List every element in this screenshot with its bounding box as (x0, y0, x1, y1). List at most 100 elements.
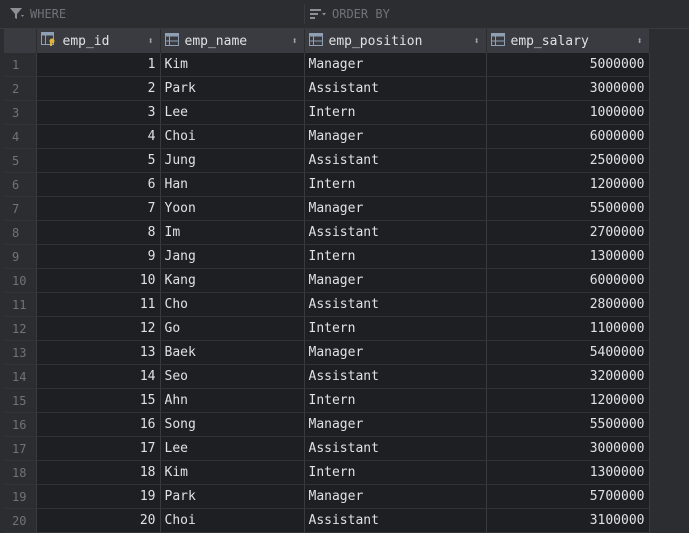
cell-emp-position[interactable]: Intern (304, 172, 487, 197)
cell-emp-salary[interactable]: 1300000 (486, 244, 650, 269)
cell-emp-name[interactable]: Seo (160, 364, 305, 389)
table-row[interactable]: 16 16 Song Manager 5500000 (4, 412, 650, 437)
cell-emp-position[interactable]: Assistant (304, 436, 487, 461)
cell-emp-position[interactable]: Manager (304, 412, 487, 437)
cell-emp-id[interactable]: 3 (36, 100, 161, 125)
cell-emp-salary[interactable]: 2700000 (486, 220, 650, 245)
cell-emp-position[interactable]: Assistant (304, 508, 487, 533)
cell-emp-id[interactable]: 2 (36, 76, 161, 101)
cell-emp-position[interactable]: Intern (304, 460, 487, 485)
table-row[interactable]: 15 15 Ahn Intern 1200000 (4, 388, 650, 413)
cell-emp-name[interactable]: Choi (160, 508, 305, 533)
cell-emp-name[interactable]: Lee (160, 100, 305, 125)
sort-toggle-icon[interactable]: ⬍ (473, 36, 479, 47)
cell-emp-salary[interactable]: 2800000 (486, 292, 650, 317)
cell-emp-position[interactable]: Intern (304, 244, 487, 269)
cell-emp-salary[interactable]: 5500000 (486, 196, 650, 221)
sort-toggle-icon[interactable]: ⬍ (636, 36, 642, 47)
cell-emp-position[interactable]: Assistant (304, 292, 487, 317)
cell-emp-position[interactable]: Manager (304, 53, 487, 77)
cell-emp-position[interactable]: Intern (304, 316, 487, 341)
cell-emp-id[interactable]: 8 (36, 220, 161, 245)
table-row[interactable]: 18 18 Kim Intern 1300000 (4, 460, 650, 485)
cell-emp-position[interactable]: Intern (304, 388, 487, 413)
cell-emp-id[interactable]: 10 (36, 268, 161, 293)
table-row[interactable]: 17 17 Lee Assistant 3000000 (4, 436, 650, 461)
cell-emp-name[interactable]: Song (160, 412, 305, 437)
column-header-emp-salary[interactable]: emp_salary ⬍ (486, 29, 650, 53)
table-row[interactable]: 7 7 Yoon Manager 5500000 (4, 196, 650, 221)
row-number[interactable]: 20 (4, 508, 37, 533)
cell-emp-id[interactable]: 17 (36, 436, 161, 461)
cell-emp-id[interactable]: 11 (36, 292, 161, 317)
sort-toggle-icon[interactable]: ⬍ (291, 36, 297, 47)
cell-emp-name[interactable]: Han (160, 172, 305, 197)
table-row[interactable]: 5 5 Jung Assistant 2500000 (4, 148, 650, 173)
cell-emp-salary[interactable]: 3000000 (486, 76, 650, 101)
row-number[interactable]: 18 (4, 460, 37, 485)
cell-emp-name[interactable]: Baek (160, 340, 305, 365)
cell-emp-name[interactable]: Go (160, 316, 305, 341)
cell-emp-position[interactable]: Assistant (304, 220, 487, 245)
cell-emp-id[interactable]: 14 (36, 364, 161, 389)
cell-emp-id[interactable]: 18 (36, 460, 161, 485)
cell-emp-id[interactable]: 7 (36, 196, 161, 221)
row-number[interactable]: 2 (4, 76, 37, 101)
table-row[interactable]: 10 10 Kang Manager 6000000 (4, 268, 650, 293)
sort-toggle-icon[interactable]: ⬍ (147, 36, 153, 47)
cell-emp-salary[interactable]: 5700000 (486, 484, 650, 509)
cell-emp-id[interactable]: 16 (36, 412, 161, 437)
cell-emp-salary[interactable]: 2500000 (486, 148, 650, 173)
cell-emp-salary[interactable]: 1000000 (486, 100, 650, 125)
cell-emp-id[interactable]: 13 (36, 340, 161, 365)
cell-emp-position[interactable]: Intern (304, 100, 487, 125)
table-row[interactable]: 13 13 Baek Manager 5400000 (4, 340, 650, 365)
cell-emp-name[interactable]: Kim (160, 460, 305, 485)
cell-emp-id[interactable]: 6 (36, 172, 161, 197)
cell-emp-salary[interactable]: 6000000 (486, 124, 650, 149)
cell-emp-name[interactable]: Choi (160, 124, 305, 149)
cell-emp-salary[interactable]: 5000000 (486, 53, 650, 77)
table-row[interactable]: 8 8 Im Assistant 2700000 (4, 220, 650, 245)
row-number[interactable]: 7 (4, 196, 37, 221)
table-row[interactable]: 4 4 Choi Manager 6000000 (4, 124, 650, 149)
table-row[interactable]: 12 12 Go Intern 1100000 (4, 316, 650, 341)
cell-emp-position[interactable]: Manager (304, 196, 487, 221)
cell-emp-id[interactable]: 15 (36, 388, 161, 413)
column-header-emp-id[interactable]: emp_id ⬍ (36, 29, 161, 53)
row-number[interactable]: 13 (4, 340, 37, 365)
table-row[interactable]: 2 2 Park Assistant 3000000 (4, 76, 650, 101)
where-filter[interactable]: WHERE (10, 0, 300, 28)
cell-emp-position[interactable]: Manager (304, 268, 487, 293)
table-row[interactable]: 11 11 Cho Assistant 2800000 (4, 292, 650, 317)
table-row[interactable]: 6 6 Han Intern 1200000 (4, 172, 650, 197)
cell-emp-name[interactable]: Cho (160, 292, 305, 317)
cell-emp-position[interactable]: Manager (304, 484, 487, 509)
row-number[interactable]: 15 (4, 388, 37, 413)
table-row[interactable]: 3 3 Lee Intern 1000000 (4, 100, 650, 125)
row-number[interactable]: 10 (4, 268, 37, 293)
cell-emp-salary[interactable]: 1300000 (486, 460, 650, 485)
row-number[interactable]: 1 (4, 53, 37, 77)
cell-emp-salary[interactable]: 1200000 (486, 388, 650, 413)
cell-emp-position[interactable]: Manager (304, 340, 487, 365)
cell-emp-id[interactable]: 12 (36, 316, 161, 341)
cell-emp-name[interactable]: Yoon (160, 196, 305, 221)
cell-emp-salary[interactable]: 1200000 (486, 172, 650, 197)
row-number[interactable]: 17 (4, 436, 37, 461)
table-row[interactable]: 1 1 Kim Manager 5000000 (4, 53, 650, 77)
row-number[interactable]: 19 (4, 484, 37, 509)
cell-emp-name[interactable]: Lee (160, 436, 305, 461)
cell-emp-salary[interactable]: 1100000 (486, 316, 650, 341)
row-number[interactable]: 5 (4, 148, 37, 173)
table-row[interactable]: 9 9 Jang Intern 1300000 (4, 244, 650, 269)
cell-emp-id[interactable]: 19 (36, 484, 161, 509)
row-number[interactable]: 4 (4, 124, 37, 149)
cell-emp-name[interactable]: Ahn (160, 388, 305, 413)
cell-emp-name[interactable]: Jang (160, 244, 305, 269)
row-number[interactable]: 8 (4, 220, 37, 245)
row-number[interactable]: 14 (4, 364, 37, 389)
cell-emp-salary[interactable]: 5500000 (486, 412, 650, 437)
table-row[interactable]: 19 19 Park Manager 5700000 (4, 484, 650, 509)
cell-emp-id[interactable]: 5 (36, 148, 161, 173)
